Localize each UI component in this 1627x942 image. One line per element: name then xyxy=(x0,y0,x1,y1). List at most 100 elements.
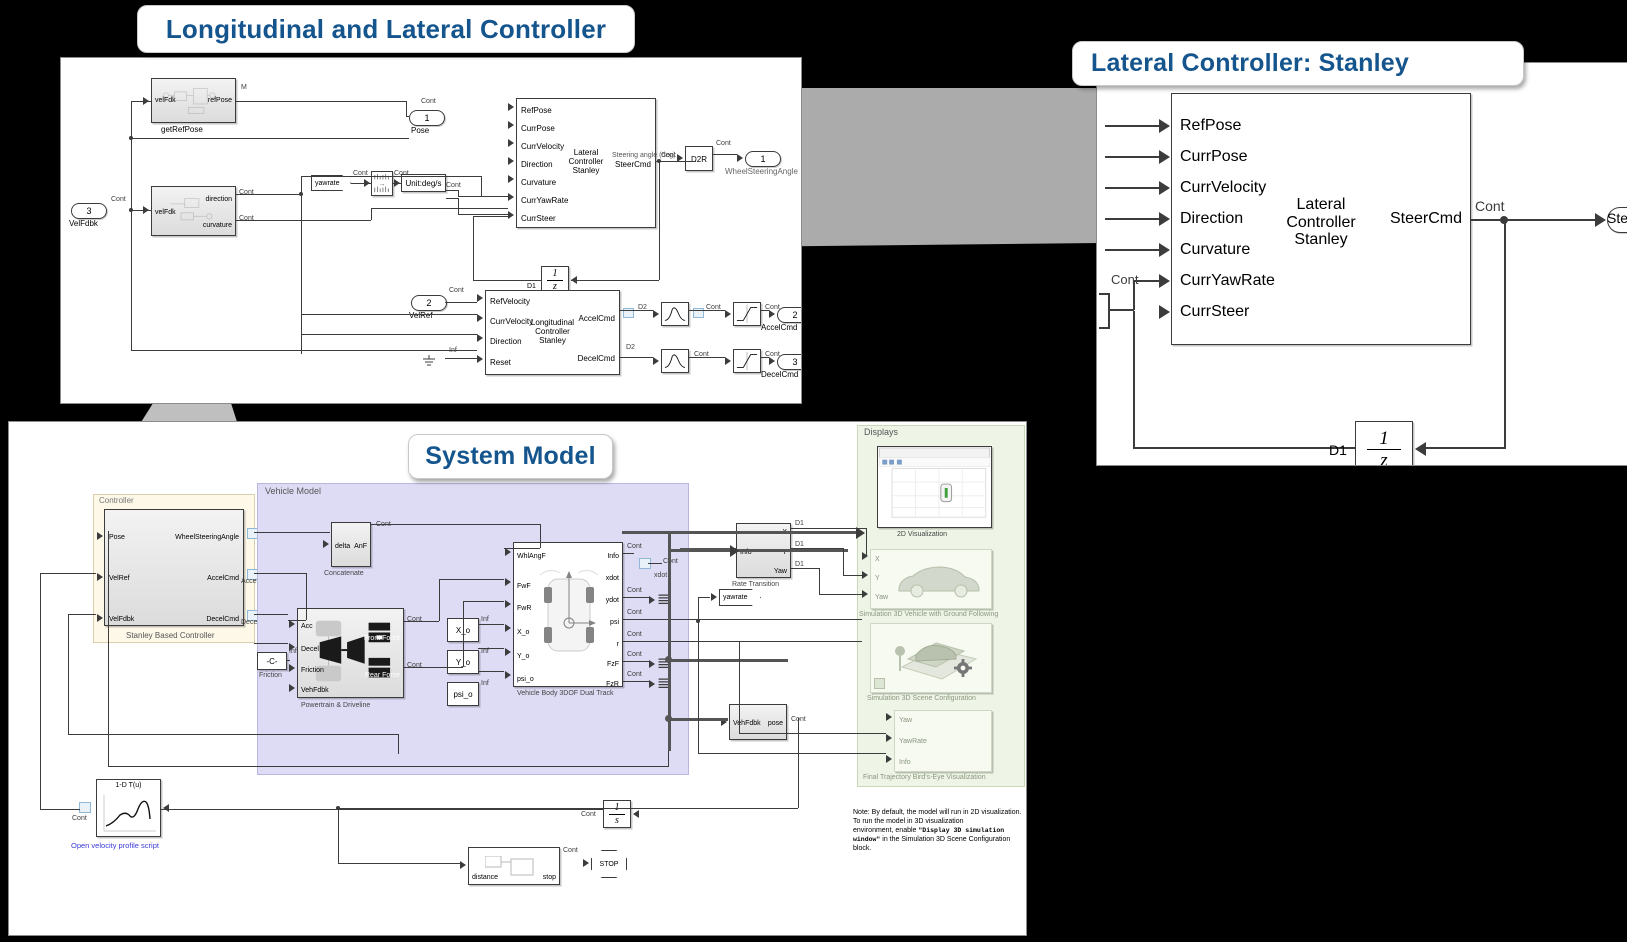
outport-accelcmd[interactable]: 2 xyxy=(777,307,801,323)
title-lonlat-text: Longitudinal and Lateral Controller xyxy=(165,13,607,44)
label-yawrate-from: yawrate xyxy=(315,180,340,187)
inport-pose-number: 1 xyxy=(424,113,430,123)
outport-wheelsteeringangle[interactable]: 1 xyxy=(745,151,781,167)
outport-decel-number: 3 xyxy=(792,357,798,367)
label-region-displays: Displays xyxy=(864,427,899,437)
outport-wsa-number: 1 xyxy=(760,154,766,164)
block-2d-visualization[interactable] xyxy=(877,446,992,528)
outport-decelcmd[interactable]: 3 xyxy=(777,354,801,370)
block-d2r[interactable]: D2R xyxy=(685,146,713,171)
note-line-3-pre: environment, enable xyxy=(853,827,919,834)
block-lateral-stanley-detail[interactable]: Lateral Controller Stanley RefPose CurrP… xyxy=(1171,93,1471,345)
note-line-4-post: in the Simulation 3D Scene Configuration xyxy=(880,836,1011,843)
block-unit-delay-d1-detail[interactable]: 1 z xyxy=(1355,421,1413,466)
port-lon-refvelocity: RefVelocity xyxy=(490,297,531,306)
panel-lateral-controller-stanley: Lateral Controller Stanley RefPose CurrP… xyxy=(1096,62,1627,466)
label-stop: STOP xyxy=(599,860,619,868)
label-steercmd-detail: Stee xyxy=(1607,210,1627,226)
bus-bracket-cont xyxy=(1099,293,1110,329)
port-s3dv-yaw: Yaw xyxy=(875,594,889,601)
note-line-5: block. xyxy=(853,845,872,852)
port-ftbe-info: Info xyxy=(899,759,911,766)
inport-velfdbk[interactable]: 3 xyxy=(71,203,107,219)
block-stop-simulation[interactable]: STOP xyxy=(591,850,627,878)
port-s3dv-x: X xyxy=(875,556,880,563)
block-decel-saturation[interactable] xyxy=(733,349,761,373)
svg-text:→: → xyxy=(379,181,385,188)
signal-d2r-cont: Cont xyxy=(716,140,731,147)
rate-tag-velocity-profile xyxy=(79,802,91,813)
port-rt-yaw: Yaw xyxy=(773,568,787,575)
panel-longitudinal-lateral-controller: velFdk refPose getRefPose M velFdk direc… xyxy=(60,57,802,404)
d1-numerator: 1 xyxy=(552,267,558,279)
link-open-velocity-profile-script[interactable]: Open velocity profile script xyxy=(71,842,159,850)
block-final-trajectory-birdseye[interactable]: Yaw YawRate Info xyxy=(894,710,992,772)
port-lat-direction: Direction xyxy=(521,160,553,169)
block-accel-saturation[interactable] xyxy=(733,302,761,326)
port-detail-steercmd: SteerCmd xyxy=(1389,210,1462,227)
label-2d-visualization: 2D Visualization xyxy=(897,531,948,538)
outport-accel-number: 2 xyxy=(792,310,798,320)
port-lat-currvelocity: CurrVelocity xyxy=(521,142,565,151)
note-line-2: To run the model in 3D visualization xyxy=(853,818,964,825)
signal-lateral-out-cont: Cont xyxy=(1475,198,1505,214)
block-decel-filter[interactable] xyxy=(661,349,689,373)
block-longitudinal-controller-stanley[interactable]: Longitudinal Controller Stanley RefVeloc… xyxy=(485,290,620,375)
integrator-den: s xyxy=(615,814,619,826)
signal-junction-steercmd xyxy=(1500,216,1508,224)
signal-pose-cont: Cont xyxy=(421,98,436,105)
port-direction-out: direction xyxy=(205,196,232,203)
port-lat-curvature: Curvature xyxy=(521,178,557,187)
port-detail-curvature: Curvature xyxy=(1180,241,1251,258)
label-wheelsteeringangle: WheelSteeringAngle xyxy=(725,167,798,176)
note-line-3-code: "Display 3D simulation xyxy=(918,827,1005,834)
port-lon-accelcmd: AccelCmd xyxy=(578,314,615,323)
port-s3dv-y: Y xyxy=(875,575,880,582)
signal-rt-y-d1: D1 xyxy=(795,541,804,548)
port-lat-curryawrate: CurrYawRate xyxy=(521,196,569,205)
block-sim3d-scene-config[interactable] xyxy=(870,623,992,693)
block-unit-convert-icon[interactable]: → xyxy=(371,171,393,196)
label-velfdbk: VelFdbk xyxy=(69,219,98,228)
block-yawrate-from[interactable]: yawrate xyxy=(311,175,351,191)
port-detail-curryawrate: CurrYawRate xyxy=(1180,272,1275,289)
block-accel-filter[interactable] xyxy=(661,302,689,326)
signal-velref-cont: Cont xyxy=(449,287,464,294)
port-ftbe-yawrate: YawRate xyxy=(899,738,927,745)
label-rate-transition: Rate Transition xyxy=(732,581,780,588)
signal-rt-yaw-d1: D1 xyxy=(795,561,804,568)
block-direction-curvature[interactable]: velFdk direction curvature xyxy=(151,186,236,236)
label-unit-degs: Unit:deg/s xyxy=(405,179,442,188)
port-lat-steercmd: SteerCmd xyxy=(614,160,651,169)
d1-detail-den: z xyxy=(1380,449,1388,466)
title-system-model: System Model xyxy=(408,434,613,479)
block-distance-stop[interactable]: distance stop xyxy=(468,847,560,885)
title-lateral-controller-stanley: Lateral Controller: Stanley xyxy=(1072,41,1524,86)
port-lat-currpose: CurrPose xyxy=(521,124,555,133)
port-stop-out: stop xyxy=(542,874,556,881)
label-decelcmd-out: DecelCmd xyxy=(761,370,799,379)
title-lateral-text: Lateral Controller: Stanley xyxy=(1091,49,1409,77)
port-getrefpose-velfdk: velFdk xyxy=(155,97,176,104)
sim3d-scene-badge-icon xyxy=(874,678,885,689)
title-longitudinal-lateral-controller: Longitudinal and Lateral Controller xyxy=(137,5,635,53)
label-steering-angle-deg: Steering angle (deg) xyxy=(612,152,676,159)
block-lateral-controller-stanley[interactable]: Lateral Controller Stanley RefPose CurrP… xyxy=(516,98,656,228)
note-line-1: Note: By default, the model will run in … xyxy=(853,809,1022,816)
inport-velfdbk-number: 3 xyxy=(86,206,92,216)
signal-velfdbk-cont: Cont xyxy=(111,196,126,203)
port-detail-currpose: CurrPose xyxy=(1180,148,1248,165)
block-velocity-profile-lookup[interactable]: 1-D T(u) xyxy=(96,779,161,837)
block-sim3d-vehicle[interactable]: X Y Yaw xyxy=(870,549,992,609)
port-lon-reset: Reset xyxy=(490,358,511,367)
signal-distance-cont: Cont xyxy=(563,847,578,854)
port-curvature-out: curvature xyxy=(202,222,232,229)
title-system-text: System Model xyxy=(425,442,596,470)
port-lon-direction: Direction xyxy=(490,337,522,346)
port-lat-currsteer: CurrSteer xyxy=(521,214,556,223)
block-integrator[interactable]: 1 s xyxy=(603,800,631,828)
inport-pose[interactable]: 1 xyxy=(409,110,445,126)
block-getrefpose[interactable]: velFdk refPose xyxy=(151,78,236,123)
label-1d-tu: 1-D T(u) xyxy=(115,782,142,789)
inport-velref[interactable]: 2 xyxy=(411,295,447,311)
